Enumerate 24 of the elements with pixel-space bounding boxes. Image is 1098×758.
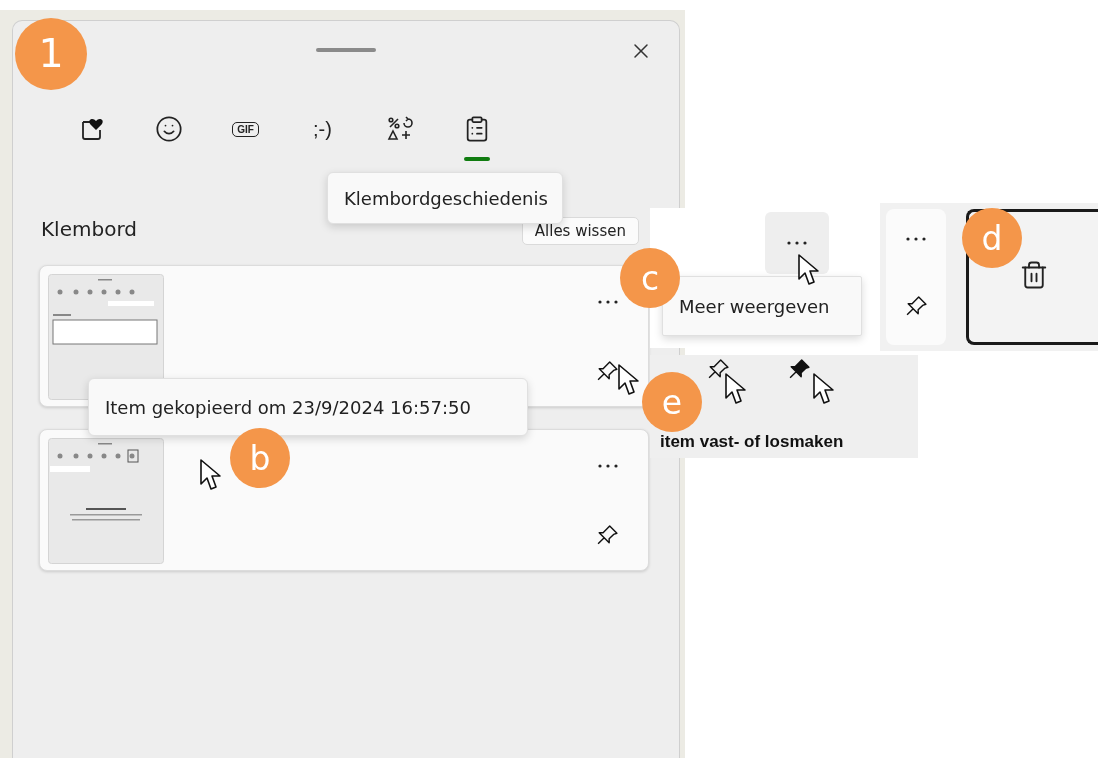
more-icon bbox=[597, 464, 618, 468]
pointer-icon bbox=[812, 372, 836, 406]
kaomoji-icon: ;-) bbox=[313, 117, 332, 141]
caption: item vast- of losmaken bbox=[660, 432, 844, 452]
pin-icon bbox=[905, 296, 927, 318]
more-icon bbox=[597, 300, 618, 304]
pointer-icon bbox=[617, 363, 641, 397]
tooltip: Item gekopieerd om 23/9/2024 16:57:50 bbox=[88, 378, 528, 436]
more-icon bbox=[906, 236, 926, 241]
symbols-icon bbox=[386, 116, 413, 142]
pointer-icon bbox=[797, 253, 821, 287]
smiley-icon bbox=[154, 115, 183, 143]
drag-handle[interactable] bbox=[316, 48, 376, 52]
tooltip: Meer weergeven bbox=[662, 276, 862, 336]
more-icon bbox=[787, 241, 807, 245]
tooltip: Klembordgeschiedenis bbox=[327, 172, 563, 224]
section-heading: Klembord bbox=[41, 217, 137, 241]
pointer-icon bbox=[199, 458, 223, 492]
clipboard-item[interactable] bbox=[39, 429, 649, 571]
clear-all-button[interactable]: Alles wissen bbox=[521, 217, 639, 245]
pointer-icon bbox=[724, 372, 748, 406]
panel-tab[interactable]: GIF bbox=[207, 99, 284, 167]
gif-icon: GIF bbox=[232, 121, 259, 137]
panel-tab[interactable]: ;-) bbox=[284, 99, 361, 167]
